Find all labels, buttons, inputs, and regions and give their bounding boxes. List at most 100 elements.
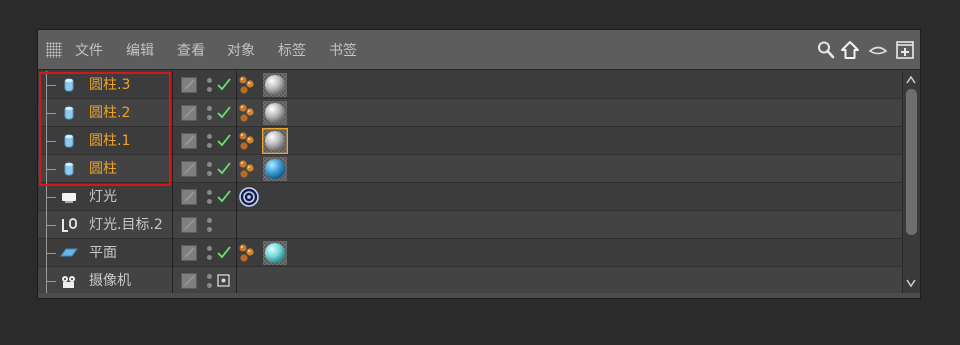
menu-bookmarks[interactable]: 书签 xyxy=(329,42,357,60)
menu-file[interactable]: 文件 xyxy=(75,42,103,60)
material-tag-icon[interactable] xyxy=(262,128,288,154)
tree-line xyxy=(46,197,56,198)
layer-toggle[interactable] xyxy=(181,217,197,233)
phong-tag-icon[interactable] xyxy=(238,74,260,96)
visibility-dot[interactable] xyxy=(207,143,212,148)
cylinder-icon[interactable] xyxy=(60,160,78,178)
enabled-check-icon[interactable] xyxy=(216,188,232,204)
visibility-dot[interactable] xyxy=(207,78,212,83)
material-tag-icon[interactable] xyxy=(262,156,288,182)
column-separator xyxy=(236,267,237,293)
column-separator xyxy=(172,239,173,267)
visibility-dot[interactable] xyxy=(207,199,212,204)
object-name[interactable]: 圆柱.3 xyxy=(89,76,130,94)
enabled-check-icon[interactable] xyxy=(216,76,232,92)
enabled-check-icon[interactable] xyxy=(216,132,232,148)
object-name[interactable]: 圆柱.1 xyxy=(89,132,130,150)
column-separator xyxy=(172,155,173,183)
tree-line xyxy=(46,281,56,282)
enabled-check-icon[interactable] xyxy=(216,160,232,176)
object-row[interactable]: 圆柱.2 xyxy=(38,99,902,127)
visibility-dot[interactable] xyxy=(207,115,212,120)
enabled-check-icon[interactable] xyxy=(216,244,232,260)
tree-line xyxy=(46,113,56,114)
object-name[interactable]: 圆柱.2 xyxy=(89,104,130,122)
visibility-dot[interactable] xyxy=(207,227,212,232)
tree-line xyxy=(46,267,47,293)
phong-tag-icon[interactable] xyxy=(238,102,260,124)
column-separator xyxy=(236,211,237,239)
visibility-dot[interactable] xyxy=(207,134,212,139)
object-row[interactable]: 平面 xyxy=(38,239,902,267)
phong-tag-icon[interactable] xyxy=(238,158,260,180)
phong-tag-icon[interactable] xyxy=(238,242,260,264)
object-row[interactable]: 灯光.目标.2 xyxy=(38,211,902,239)
enabled-check-icon[interactable] xyxy=(216,104,232,120)
object-row[interactable]: 圆柱.1 xyxy=(38,127,902,155)
object-row[interactable]: 摄像机 xyxy=(38,267,902,293)
new-panel-icon[interactable] xyxy=(895,40,915,60)
layer-toggle[interactable] xyxy=(181,133,197,149)
vertical-scrollbar[interactable] xyxy=(902,71,920,293)
column-separator xyxy=(172,211,173,239)
object-row[interactable]: 圆柱 xyxy=(38,155,902,183)
plane-icon[interactable] xyxy=(60,244,78,262)
layer-toggle[interactable] xyxy=(181,245,197,261)
visibility-dot[interactable] xyxy=(207,255,212,260)
cylinder-icon[interactable] xyxy=(60,104,78,122)
null-target-icon[interactable] xyxy=(60,216,78,234)
column-separator xyxy=(236,99,237,127)
menu-edit[interactable]: 编辑 xyxy=(126,42,154,60)
column-separator xyxy=(172,99,173,127)
view-toggle-icon[interactable] xyxy=(868,40,888,60)
visibility-dot[interactable] xyxy=(207,106,212,111)
panel-grip-icon[interactable] xyxy=(46,42,62,58)
visibility-dot[interactable] xyxy=(207,283,212,288)
visibility-dot[interactable] xyxy=(207,218,212,223)
camera-switch-icon[interactable] xyxy=(216,272,232,288)
object-row[interactable]: 圆柱.3 xyxy=(38,71,902,99)
material-tag-icon[interactable] xyxy=(262,72,288,98)
visibility-dot[interactable] xyxy=(207,246,212,251)
cylinder-icon[interactable] xyxy=(60,76,78,94)
visibility-dot[interactable] xyxy=(207,162,212,167)
target-tag-icon[interactable] xyxy=(238,186,260,208)
tree-line xyxy=(46,169,56,170)
object-tree: 圆柱.3 圆柱.2 圆柱.1 圆柱灯光灯光.目标.2 平面摄像机 xyxy=(38,71,902,293)
visibility-dot[interactable] xyxy=(207,171,212,176)
layer-toggle[interactable] xyxy=(181,189,197,205)
layer-toggle[interactable] xyxy=(181,77,197,93)
object-name[interactable]: 摄像机 xyxy=(89,272,131,290)
panel-bottom-edge xyxy=(38,293,920,298)
visibility-dot[interactable] xyxy=(207,274,212,279)
scrollbar-thumb[interactable] xyxy=(906,89,917,235)
column-separator xyxy=(236,183,237,211)
home-icon[interactable] xyxy=(840,40,860,60)
material-tag-icon[interactable] xyxy=(262,240,288,266)
object-name[interactable]: 灯光.目标.2 xyxy=(89,216,163,234)
tree-line xyxy=(46,85,56,86)
object-row[interactable]: 灯光 xyxy=(38,183,902,211)
visibility-dot[interactable] xyxy=(207,190,212,195)
visibility-dot[interactable] xyxy=(207,87,212,92)
layer-toggle[interactable] xyxy=(181,105,197,121)
object-name[interactable]: 圆柱 xyxy=(89,160,117,178)
search-icon[interactable] xyxy=(816,40,836,60)
object-manager-panel: 文件 编辑 查看 对象 标签 书签 圆柱.3 圆柱.2 圆柱.1 圆柱灯光灯光.目标.… xyxy=(37,29,921,299)
menu-tags[interactable]: 标签 xyxy=(278,42,306,60)
layer-toggle[interactable] xyxy=(181,161,197,177)
cylinder-icon[interactable] xyxy=(60,132,78,150)
object-name[interactable]: 平面 xyxy=(89,244,117,262)
layer-toggle[interactable] xyxy=(181,273,197,289)
column-separator xyxy=(236,71,237,99)
object-name[interactable]: 灯光 xyxy=(89,188,117,206)
light-icon[interactable] xyxy=(60,188,78,206)
phong-tag-icon[interactable] xyxy=(238,130,260,152)
menu-object[interactable]: 对象 xyxy=(227,42,255,60)
scroll-up-icon[interactable] xyxy=(905,74,917,86)
scroll-down-icon[interactable] xyxy=(905,277,917,289)
column-separator xyxy=(236,155,237,183)
menu-view[interactable]: 查看 xyxy=(177,42,205,60)
camera-icon[interactable] xyxy=(60,272,78,290)
material-tag-icon[interactable] xyxy=(262,100,288,126)
